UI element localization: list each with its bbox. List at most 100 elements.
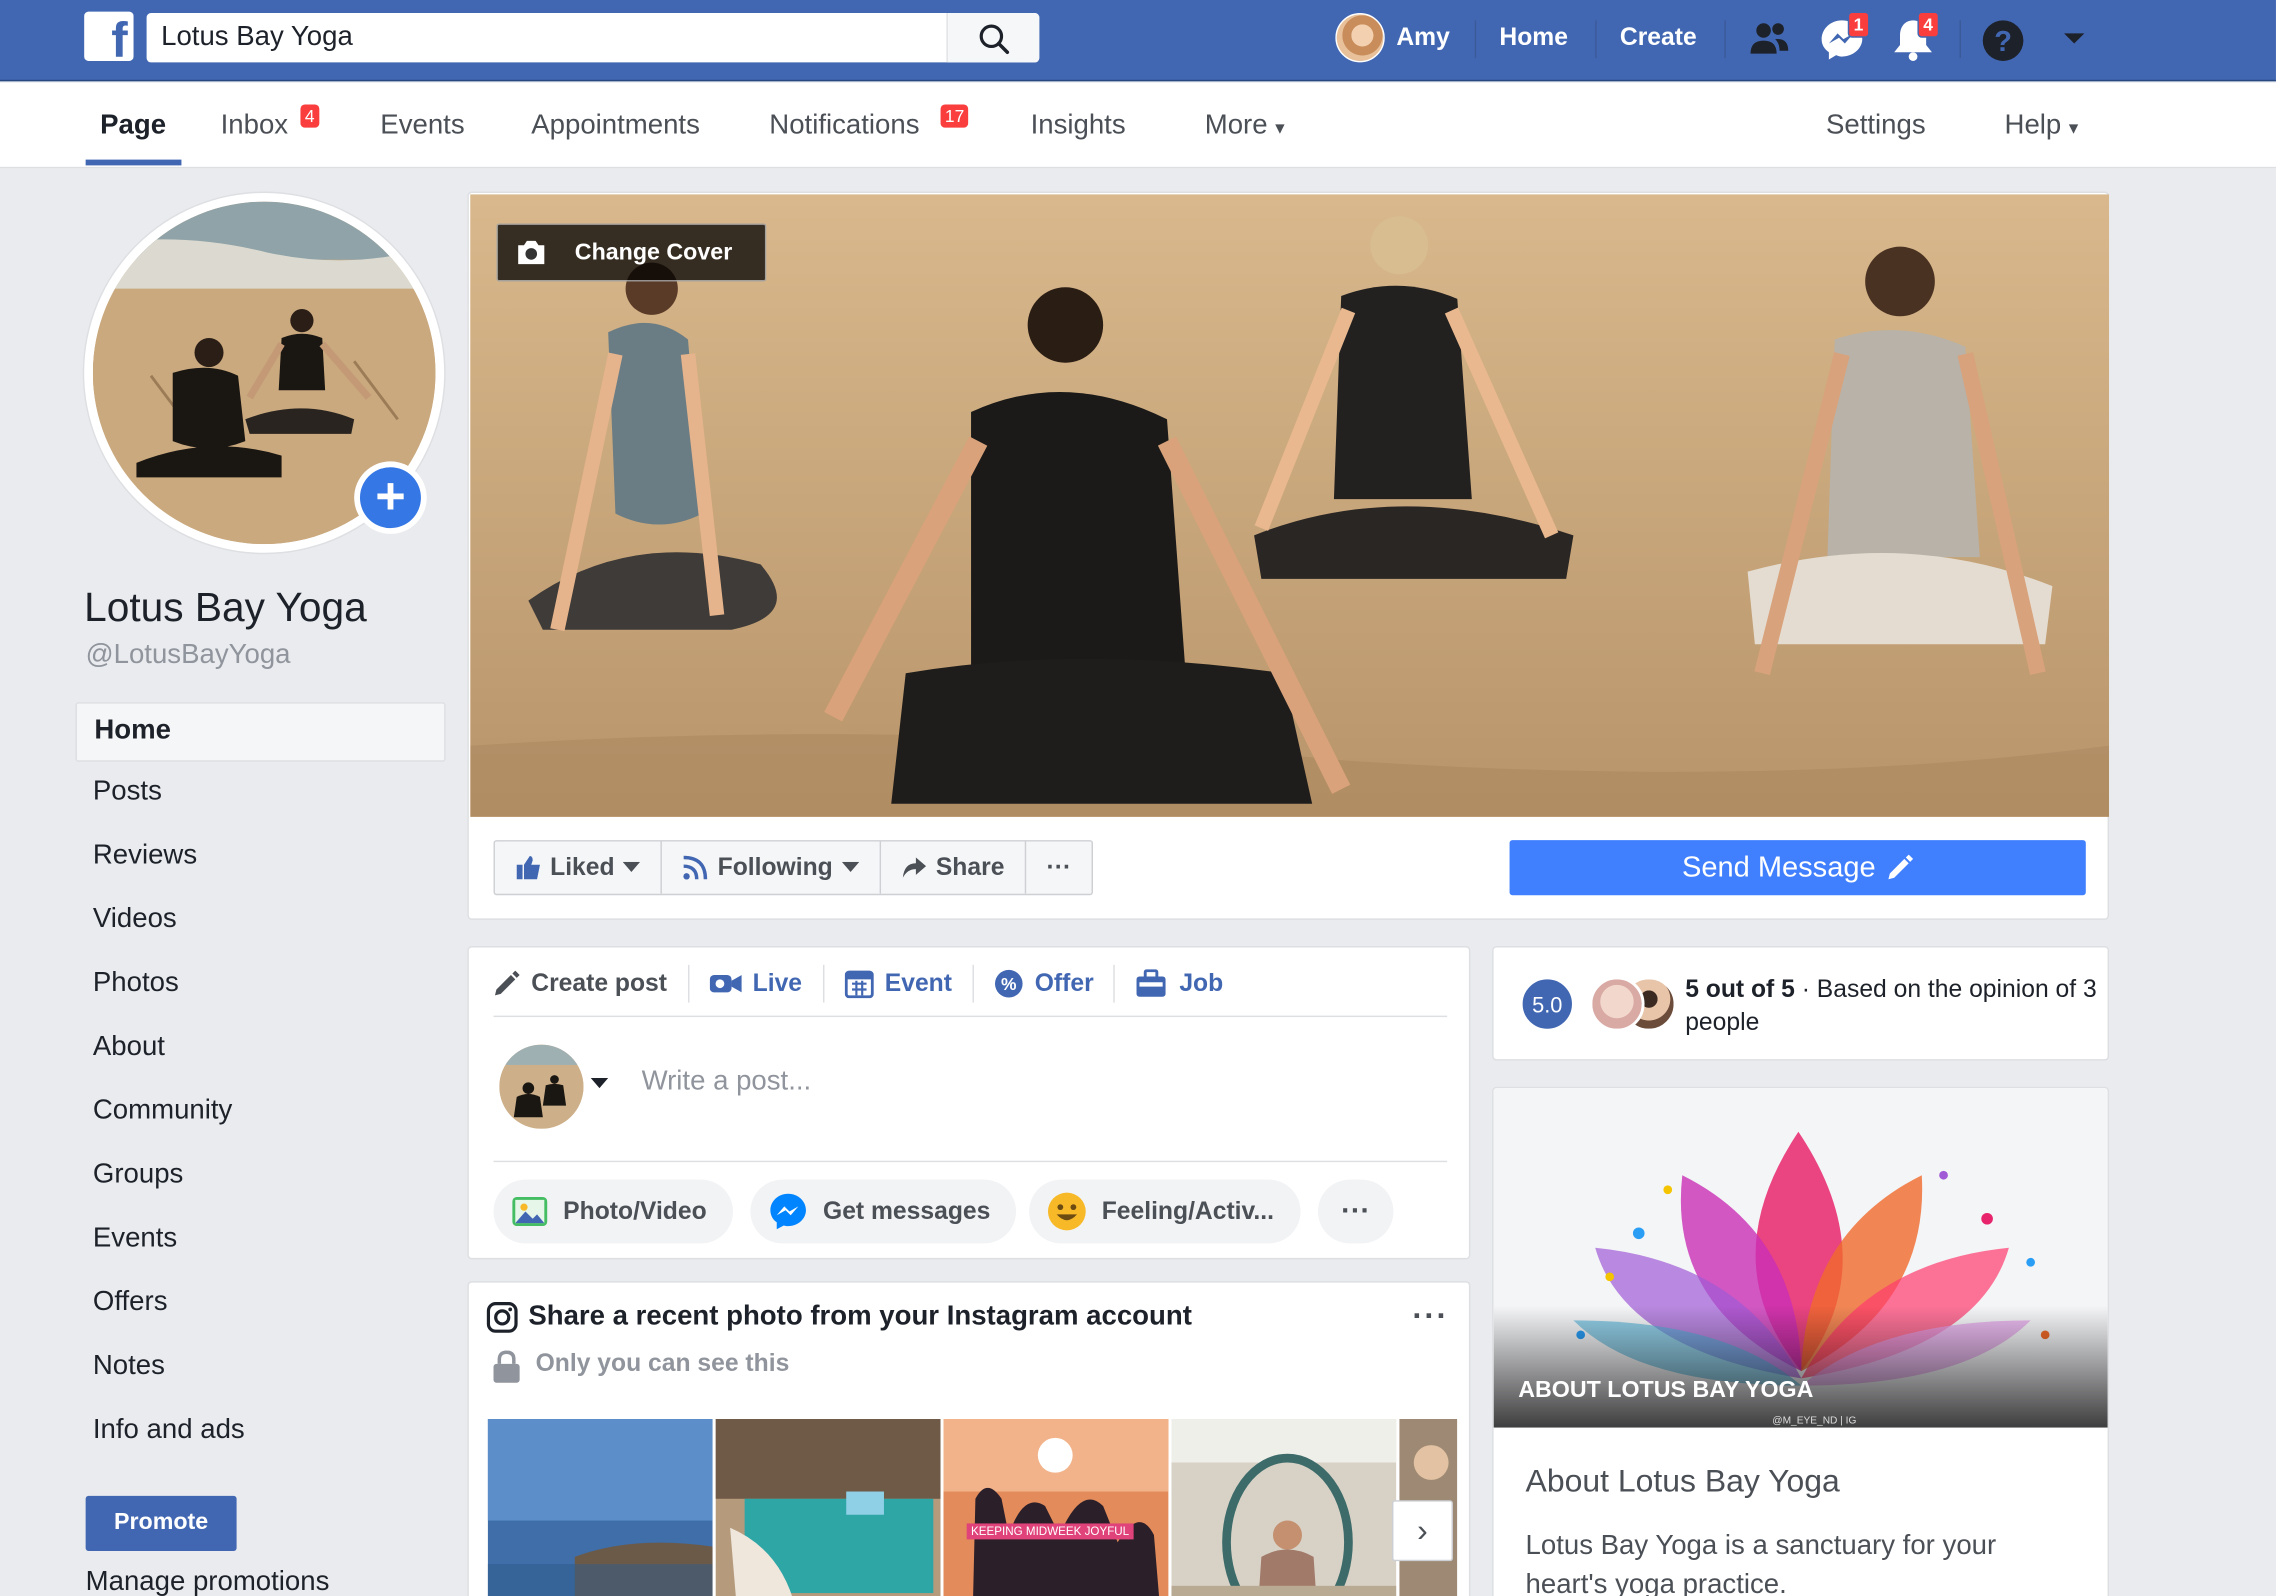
write-post-input[interactable]: Write a post...: [642, 1066, 812, 1098]
event-label: Event: [884, 969, 952, 997]
about-image-title: ABOUT LOTUS BAY YOGA: [1518, 1378, 1814, 1404]
feeling-activity-button[interactable]: Feeling/Activ...: [1029, 1179, 1301, 1244]
tab-notifications[interactable]: Notifications: [769, 110, 919, 142]
top-bar: f Lotus Bay Yoga Amy Home Create 1 4 ?: [0, 0, 2276, 82]
thumbs-up-icon: [516, 856, 540, 880]
share-button[interactable]: Share: [881, 841, 1027, 894]
instagram-photo-studio[interactable]: [715, 1418, 941, 1596]
notifications-badge: 4: [1917, 11, 1939, 38]
instagram-share-card: Share a recent photo from your Instagram…: [467, 1281, 1471, 1596]
tab-events[interactable]: Events: [380, 110, 464, 142]
more-composer-options-button[interactable]: ···: [1317, 1179, 1394, 1244]
page-handle[interactable]: @LotusBayYoga: [86, 640, 291, 672]
search-input[interactable]: Lotus Bay Yoga: [161, 22, 353, 54]
instagram-privacy-note: Only you can see this: [535, 1349, 790, 1377]
following-button[interactable]: Following: [662, 841, 881, 894]
sidebar-item-posts[interactable]: Posts: [75, 762, 445, 826]
messenger-badge: 1: [1847, 11, 1870, 38]
home-link[interactable]: Home: [1499, 23, 1568, 52]
plus-icon: +: [359, 466, 421, 529]
sidebar-item-about[interactable]: About: [75, 1017, 445, 1081]
instagram-photo-beach[interactable]: [487, 1418, 713, 1596]
rating-headline: 5 out of 5: [1685, 975, 1795, 1003]
sidebar-item-community[interactable]: Community: [75, 1081, 445, 1145]
sidebar-item-notes[interactable]: Notes: [75, 1336, 445, 1400]
hanging-chair-thumbnail: [1171, 1418, 1397, 1596]
tab-insights[interactable]: Insights: [1031, 110, 1126, 142]
sidebar-item-videos[interactable]: Videos: [75, 889, 445, 953]
help-label: Help: [2004, 110, 2062, 141]
posting-as-chevron-down-icon[interactable]: [590, 1078, 609, 1089]
caret-down-icon: ▼: [2065, 120, 2082, 138]
reviewer-avatar: [1589, 976, 1645, 1032]
sidebar-item-reviews[interactable]: Reviews: [75, 826, 445, 890]
cover-photo: Change Cover: [470, 194, 2110, 817]
user-avatar[interactable]: [1335, 13, 1385, 63]
account-menu-chevron-down-icon[interactable]: [2061, 29, 2087, 49]
liked-button[interactable]: Liked: [495, 841, 663, 894]
rating-summary-card[interactable]: 5.0 5 out of 5 · Based on the opinion of…: [1492, 945, 2110, 1061]
create-link[interactable]: Create: [1620, 23, 1697, 52]
about-image[interactable]: ABOUT LOTUS BAY YOGA @M_EYE_ND | IG: [1493, 1088, 2108, 1428]
tab-inbox[interactable]: Inbox: [221, 110, 288, 142]
camera-icon: [518, 240, 545, 265]
friend-requests-icon[interactable]: [1746, 16, 1792, 62]
tab-event[interactable]: Event: [844, 964, 974, 1003]
send-message-button[interactable]: Send Message: [1509, 840, 2086, 896]
user-name-link[interactable]: Amy: [1396, 23, 1450, 52]
photo-icon: [512, 1196, 548, 1227]
help-icon[interactable]: ?: [1980, 17, 2026, 63]
instagram-photo-hanging-chair[interactable]: [1171, 1418, 1397, 1596]
chevron-down-icon: [841, 861, 859, 872]
tab-live[interactable]: Live: [709, 964, 824, 1003]
nav-divider: [1724, 20, 1726, 59]
instagram-photo-keeping-midweek-joyful[interactable]: KEEPING MIDWEEK JOYFUL: [943, 1418, 1169, 1596]
promote-button[interactable]: Promote: [85, 1495, 237, 1552]
tab-job[interactable]: Job: [1136, 965, 1244, 1003]
instagram-card-more-button[interactable]: ···: [1412, 1297, 1448, 1335]
add-profile-photo-button[interactable]: +: [354, 461, 427, 534]
calendar-icon: [844, 970, 874, 999]
tab-create-post[interactable]: Create post: [494, 964, 689, 1003]
sidebar-item-home[interactable]: Home: [75, 702, 446, 762]
help-link[interactable]: Help ▼: [2005, 110, 2082, 142]
get-messages-button[interactable]: Get messages: [750, 1179, 1017, 1244]
sidebar-navigation: Home Posts Reviews Videos Photos About C…: [75, 702, 446, 1464]
settings-link[interactable]: Settings: [1826, 110, 1926, 142]
image-watermark: @M_EYE_ND | IG: [1772, 1416, 1857, 1427]
smiley-face-icon: [1047, 1192, 1086, 1231]
facebook-logo-icon[interactable]: f: [84, 11, 134, 61]
page-avatar[interactable]: [499, 1044, 584, 1129]
share-label: Share: [935, 853, 1005, 881]
studio-photo-thumbnail: [715, 1418, 941, 1596]
sidebar-item-info-and-ads[interactable]: Info and ads: [75, 1400, 445, 1464]
sidebar-item-groups[interactable]: Groups: [75, 1145, 445, 1209]
svg-text:%: %: [1001, 974, 1017, 994]
composer-tabs: Create post Live Event % Offer Job: [493, 964, 1448, 1018]
offer-label: Offer: [1034, 969, 1094, 997]
change-cover-label: Change Cover: [574, 240, 733, 266]
photo-video-button[interactable]: Photo/Video: [493, 1179, 733, 1244]
search-bar[interactable]: Lotus Bay Yoga: [146, 13, 1040, 63]
tab-appointments[interactable]: Appointments: [531, 110, 700, 142]
sidebar-item-events[interactable]: Events: [75, 1209, 445, 1273]
page-navigation: Page Inbox 4 Events Appointments Notific…: [0, 82, 2276, 169]
tab-page[interactable]: Page: [100, 110, 166, 142]
sidebar-item-offers[interactable]: Offers: [75, 1272, 445, 1336]
photo-video-label: Photo/Video: [563, 1196, 707, 1225]
tab-offer[interactable]: % Offer: [994, 964, 1116, 1003]
post-composer: Create post Live Event % Offer Job Write…: [467, 945, 1471, 1260]
change-cover-button[interactable]: Change Cover: [496, 223, 767, 282]
sidebar-item-photos[interactable]: Photos: [75, 953, 445, 1017]
send-message-label: Send Message: [1681, 850, 1876, 883]
tab-more[interactable]: More ▼: [1205, 110, 1288, 142]
share-arrow-icon: [902, 857, 926, 878]
next-photos-chevron-right-icon[interactable]: ›: [1391, 1500, 1453, 1562]
more-actions-button[interactable]: ···: [1026, 842, 1091, 894]
manage-promotions-link[interactable]: Manage promotions: [86, 1567, 330, 1596]
sunset-silhouettes-thumbnail: [943, 1418, 1169, 1596]
search-button[interactable]: [946, 13, 1040, 63]
pencil-icon: [1888, 854, 1914, 880]
composer-divider: [493, 1160, 1448, 1163]
instagram-card-title: Share a recent photo from your Instagram…: [528, 1301, 1192, 1332]
